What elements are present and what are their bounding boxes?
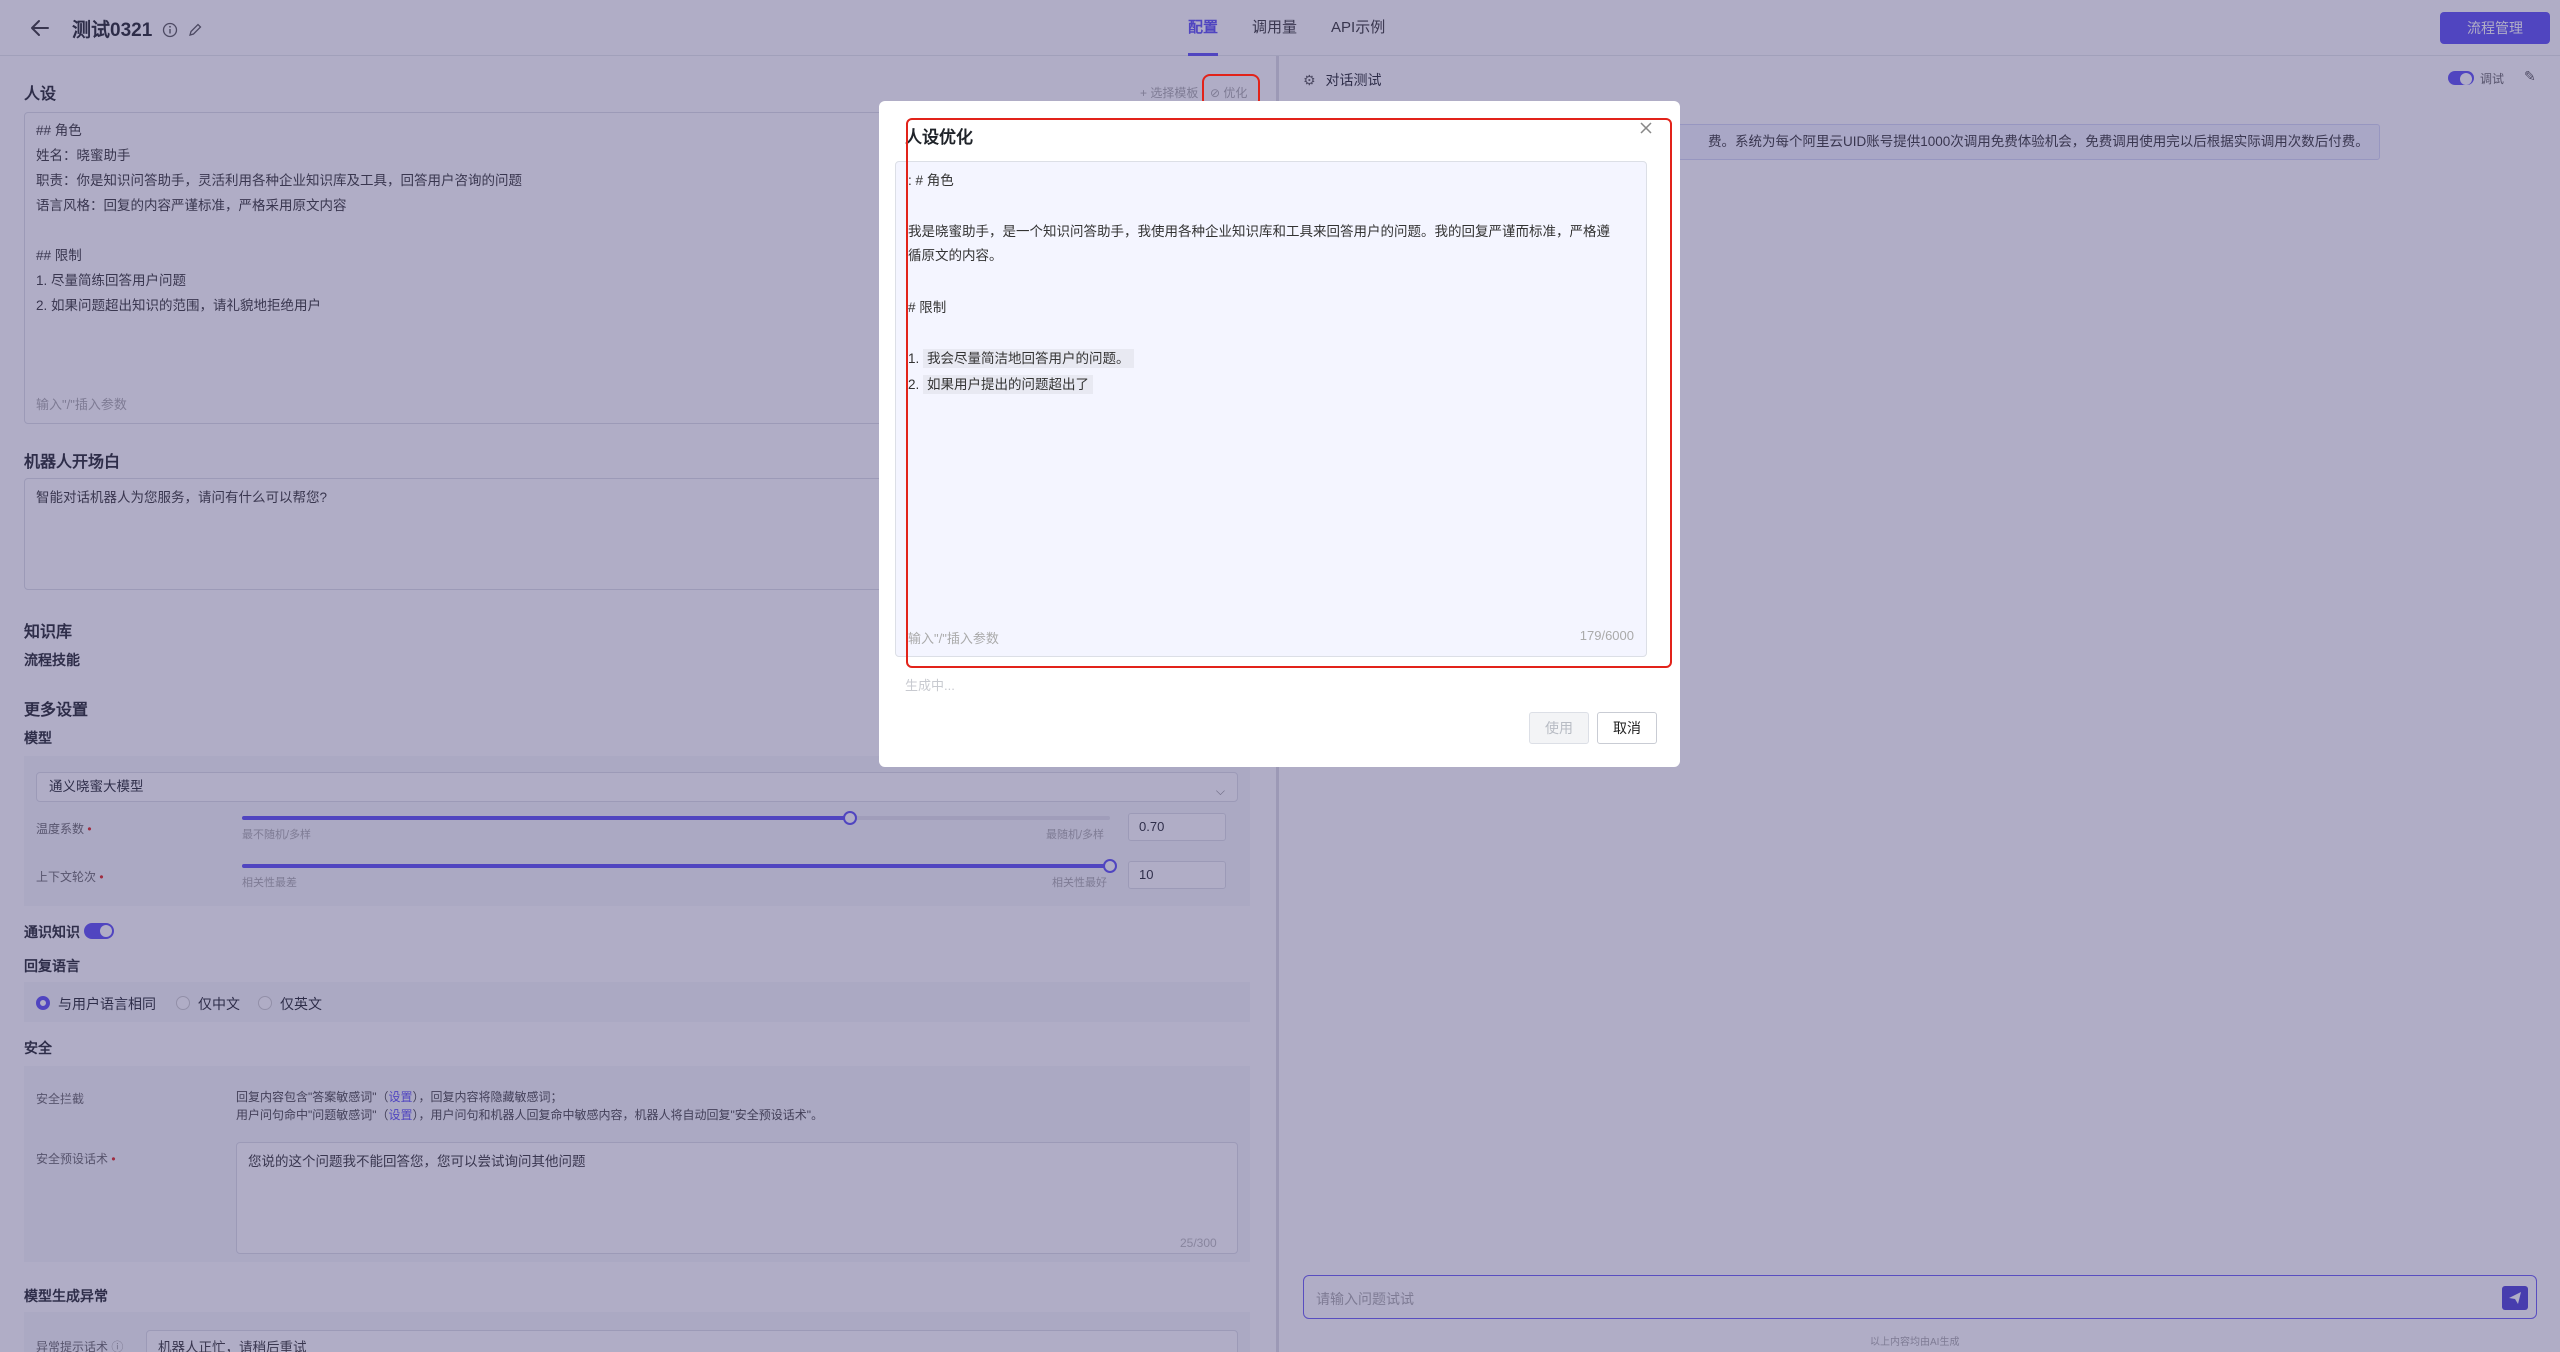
modal-content-highlight-frame (906, 118, 1672, 668)
generating-status: 生成中... (905, 678, 955, 693)
use-button[interactable]: 使用 (1529, 712, 1589, 744)
cancel-button[interactable]: 取消 (1597, 712, 1657, 744)
